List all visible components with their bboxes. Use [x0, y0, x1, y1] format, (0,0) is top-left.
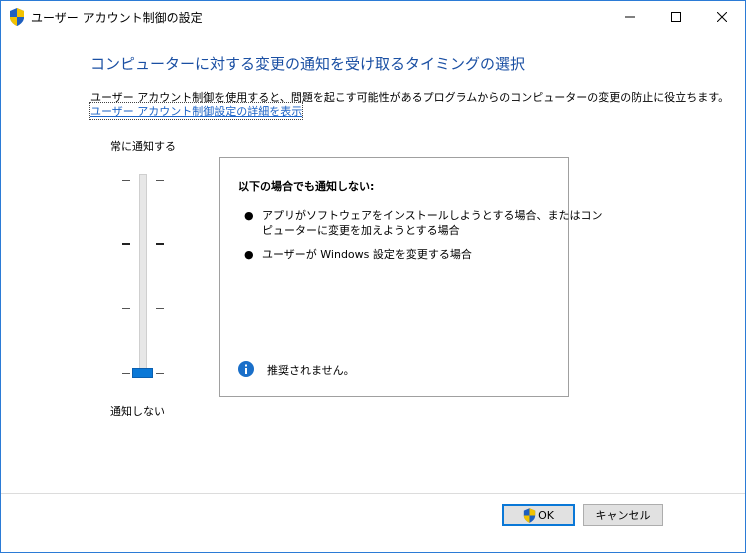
slider-tick: [122, 373, 130, 374]
info-heading: 以下の場合でも通知しない:: [238, 180, 375, 193]
slider-tick: [156, 308, 164, 309]
ok-button-label: OK: [538, 508, 554, 522]
page-heading: コンピューターに対する変更の通知を受け取るタイミングの選択: [90, 55, 526, 73]
info-bullet-text: アプリがソフトウェアをインストールしようとする場合、またはコン: [262, 209, 603, 222]
uac-details-link[interactable]: ユーザー アカウント制御設定の詳細を表示: [88, 102, 304, 120]
window-title: ユーザー アカウント制御の設定: [31, 11, 203, 25]
close-button[interactable]: [699, 1, 745, 32]
uac-shield-icon: [10, 8, 24, 26]
cancel-button-label: キャンセル: [595, 509, 651, 522]
uac-shield-icon: [523, 507, 536, 523]
ok-button[interactable]: OK: [502, 504, 575, 526]
info-icon: [238, 361, 254, 377]
slider-bottom-label: 通知しない: [110, 405, 165, 418]
uac-settings-window: ユーザー アカウント制御の設定 コンピューターに対する変更の通知を受け取るタイミ…: [0, 0, 746, 553]
slider-tick: [122, 243, 130, 245]
maximize-button[interactable]: [653, 1, 699, 32]
notification-slider-track[interactable]: [139, 174, 147, 377]
slider-tick: [156, 373, 164, 374]
notification-slider-thumb[interactable]: [132, 368, 153, 378]
info-bullet-text: ユーザーが Windows 設定を変更する場合: [262, 248, 472, 261]
slider-top-label: 常に通知する: [110, 140, 176, 153]
title-bar[interactable]: ユーザー アカウント制御の設定: [1, 1, 745, 32]
bullet-icon: ●: [244, 209, 254, 222]
slider-tick: [122, 308, 130, 309]
close-icon: [717, 11, 727, 22]
minimize-button[interactable]: [607, 1, 653, 32]
maximize-icon: [671, 11, 681, 22]
bullet-icon: ●: [244, 248, 254, 261]
minimize-icon: [625, 16, 635, 17]
level-description-box: 以下の場合でも通知しない: ● アプリがソフトウェアをインストールしようとする場…: [219, 157, 602, 397]
cancel-button[interactable]: キャンセル: [583, 504, 663, 526]
slider-tick: [122, 180, 130, 181]
footer-divider: [1, 493, 745, 494]
info-bullet-text: ピューターに変更を加えようとする場合: [262, 224, 460, 237]
slider-tick: [156, 180, 164, 181]
not-recommended-note: 推奨されません。: [267, 364, 355, 377]
slider-tick: [156, 243, 164, 245]
